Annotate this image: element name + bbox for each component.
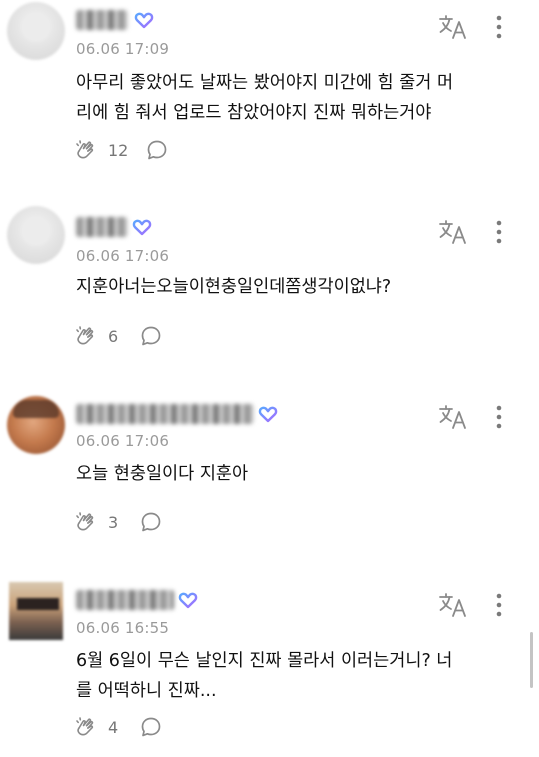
translate-icon[interactable]: [438, 404, 468, 430]
heart-badge-icon: [178, 592, 198, 609]
comment-text: 오늘 현충일이다 지훈아: [76, 464, 249, 484]
comment-text: 아무리 좋았어도 날짜는 봤어야지 미간에 힘 줄거 머 리에 힘 줘서 업로드…: [76, 73, 454, 123]
comment-actions: 3: [74, 510, 162, 534]
translate-icon[interactable]: [438, 592, 468, 618]
like-count: 12: [108, 140, 129, 160]
more-vertical-icon[interactable]: [492, 404, 506, 430]
avatar[interactable]: [7, 206, 65, 264]
like-count: 4: [108, 717, 119, 737]
more-vertical-icon[interactable]: [492, 219, 506, 245]
speech-bubble-icon[interactable]: [140, 716, 162, 738]
speech-bubble-icon[interactable]: [140, 511, 162, 533]
comment-text: 지훈아너는오늘이현충일인데쫌생각이없냐?: [76, 277, 392, 297]
nickname-blurred[interactable]: [76, 10, 128, 30]
comment-timestamp: 06.06 17:06: [76, 247, 170, 265]
comment-text: 6월 6일이 무슨 날인지 진짜 몰라서 이러는거니? 너 를 어떡하니 진짜.…: [76, 651, 453, 701]
comment-actions: 6: [74, 324, 162, 348]
hand-clap-icon[interactable]: [74, 138, 98, 162]
comment-timestamp: 06.06 16:55: [76, 619, 170, 637]
comment-actions: 12: [74, 138, 168, 162]
speech-bubble-icon[interactable]: [146, 139, 168, 161]
like-count: 6: [108, 326, 119, 346]
comment-timestamp: 06.06 17:09: [76, 40, 170, 58]
comment-timestamp: 06.06 17:06: [76, 432, 170, 450]
heart-badge-icon: [132, 219, 152, 236]
speech-bubble-icon[interactable]: [140, 325, 162, 347]
translate-icon[interactable]: [438, 219, 468, 245]
scrollbar[interactable]: [530, 632, 533, 688]
hand-clap-icon[interactable]: [74, 324, 98, 348]
like-count: 3: [108, 512, 119, 532]
hand-clap-icon[interactable]: [74, 715, 98, 739]
heart-badge-icon: [134, 12, 154, 29]
avatar[interactable]: [7, 396, 65, 454]
avatar[interactable]: [7, 2, 65, 60]
heart-badge-icon: [258, 406, 278, 423]
more-vertical-icon[interactable]: [492, 14, 506, 40]
more-vertical-icon[interactable]: [492, 592, 506, 618]
translate-icon[interactable]: [438, 14, 468, 40]
hand-clap-icon[interactable]: [74, 510, 98, 534]
nickname-blurred[interactable]: [76, 404, 254, 424]
nickname-blurred[interactable]: [76, 590, 174, 610]
comment-actions: 4: [74, 715, 162, 739]
avatar[interactable]: [9, 582, 63, 640]
nickname-blurred[interactable]: [76, 217, 128, 237]
